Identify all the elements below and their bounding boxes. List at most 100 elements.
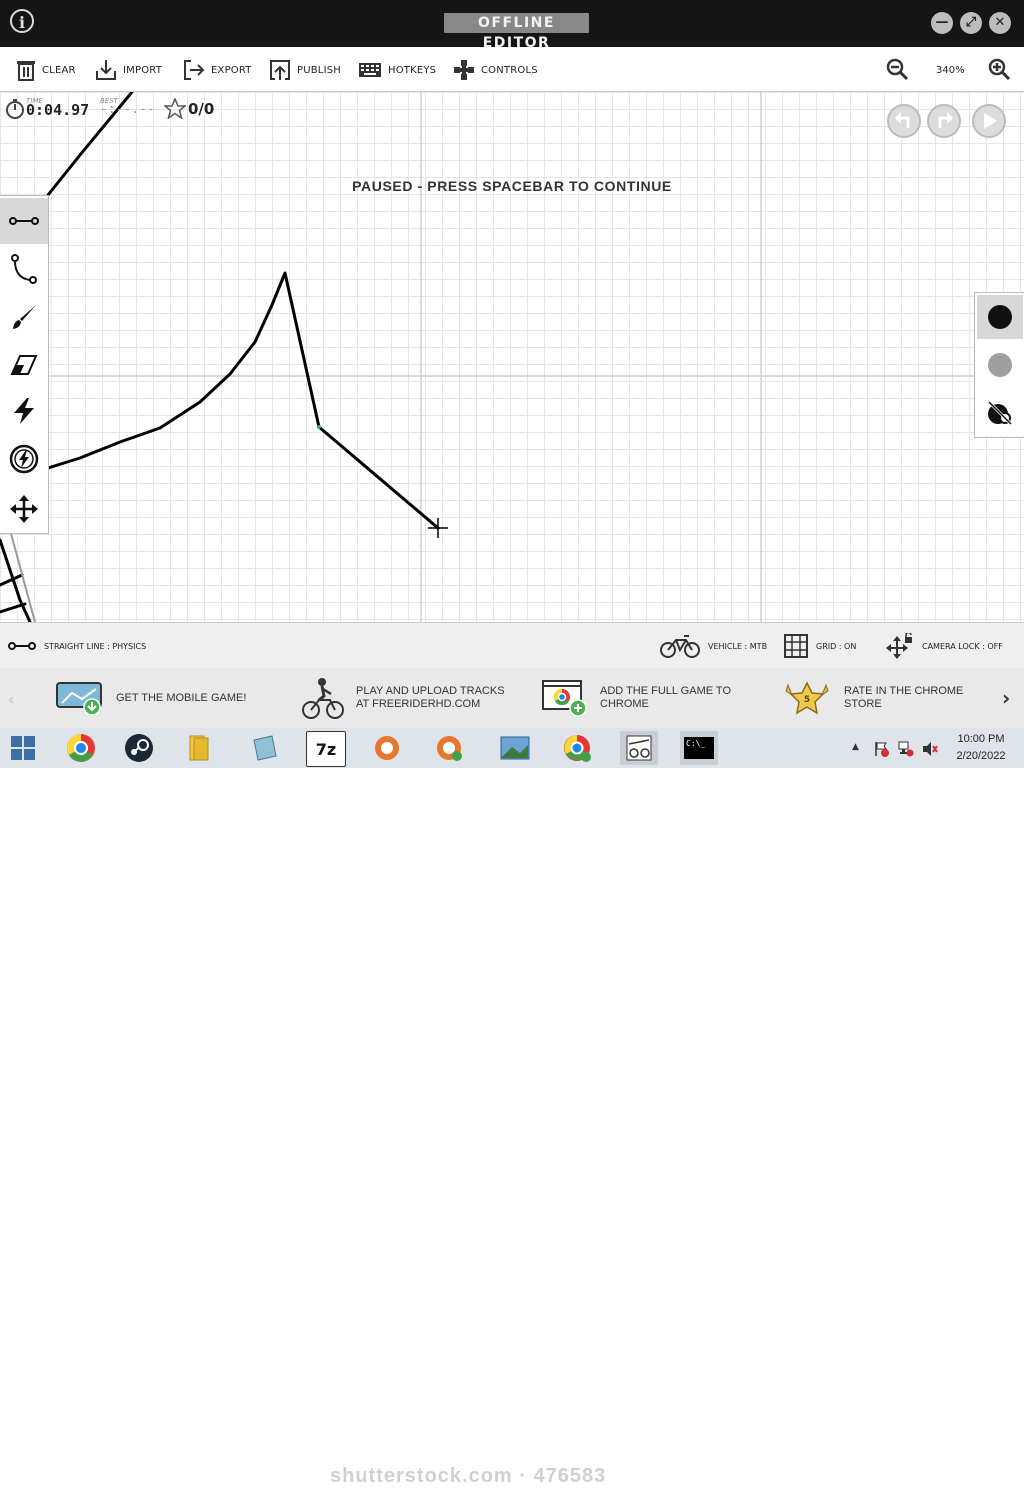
clock-date[interactable]: 2/20/2022 bbox=[948, 750, 1014, 762]
straight-line-tool[interactable] bbox=[0, 198, 48, 244]
publish-label: PUBLISH bbox=[297, 64, 341, 76]
physics-line-swatch[interactable] bbox=[977, 295, 1023, 339]
publish-button[interactable]: PUBLISH bbox=[269, 59, 341, 81]
eraser-icon bbox=[10, 355, 38, 375]
taskbar-free-rider-editor[interactable] bbox=[620, 731, 658, 765]
grid-icon bbox=[784, 634, 808, 658]
vehicle-label: VEHICLE : MTB bbox=[708, 641, 768, 651]
move-icon bbox=[10, 495, 38, 523]
rating-badge-number: 5 bbox=[804, 695, 810, 705]
straight-line-icon bbox=[9, 217, 39, 225]
promo-rate-store[interactable]: 5 RATE IN THE CHROME STORE bbox=[782, 668, 963, 728]
promo-add-chrome[interactable]: ADD THE FULL GAME TO CHROME bbox=[542, 668, 731, 728]
camera-lock-label: CAMERA LOCK : OFF bbox=[922, 641, 1003, 651]
taskbar-chrome[interactable] bbox=[62, 731, 100, 765]
camera-lock-toggle[interactable]: CAMERA LOCK : OFF bbox=[886, 623, 1003, 669]
promo-prev-icon[interactable]: ‹ bbox=[8, 690, 15, 709]
network-icon[interactable] bbox=[898, 741, 914, 757]
taskbar-app-orange-1[interactable] bbox=[368, 731, 406, 765]
straight-line-icon bbox=[8, 642, 36, 650]
keyboard-icon bbox=[359, 63, 381, 77]
steam-icon bbox=[125, 734, 153, 762]
brush-icon bbox=[13, 305, 36, 329]
close-button[interactable]: ✕ bbox=[989, 12, 1011, 34]
bike-rider-icon bbox=[302, 678, 344, 719]
app-orange-icon bbox=[375, 736, 399, 760]
camera-lock-icon bbox=[886, 633, 912, 659]
taskbar-7zip[interactable]: 7z bbox=[306, 731, 346, 767]
publish-icon bbox=[270, 60, 290, 80]
promo-add-chrome-text: ADD THE FULL GAME TO CHROME bbox=[600, 685, 732, 710]
zoom-in-icon[interactable] bbox=[988, 58, 1010, 80]
redo-button[interactable] bbox=[927, 104, 961, 138]
taskbar-file-explorer[interactable] bbox=[180, 731, 218, 765]
import-label: IMPORT bbox=[123, 64, 163, 76]
promo-upload-tracks-text: PLAY AND UPLOAD TRACKS AT FREERIDERHD.COM bbox=[356, 685, 505, 710]
network-flag-icon[interactable] bbox=[874, 741, 890, 757]
title-bar: i OFFLINE EDITOR — ⤢ ✕ bbox=[0, 0, 1024, 51]
rating-badge-icon: 5 bbox=[785, 681, 829, 715]
clock-time[interactable]: 10:00 PM bbox=[948, 733, 1014, 745]
export-icon bbox=[184, 60, 205, 80]
free-rider-icon bbox=[626, 735, 652, 761]
taskbar-notes-app[interactable] bbox=[246, 731, 284, 765]
undo-button[interactable] bbox=[887, 104, 921, 138]
volume-muted-icon[interactable] bbox=[922, 741, 938, 757]
promo-bar: ‹ GET THE MOBILE GAME! PLAY AND UPLOAD T… bbox=[0, 668, 1024, 728]
best-value: -:--.-- bbox=[100, 102, 155, 117]
undo-icon bbox=[895, 112, 910, 128]
track-lines bbox=[0, 92, 440, 622]
windows-taskbar: 7z C:\_ shutterstock.com · 476583 ▲ bbox=[0, 728, 1024, 1487]
hotkeys-button[interactable]: HOTKEYS bbox=[358, 59, 436, 81]
controls-label: CONTROLS bbox=[481, 64, 538, 76]
zoom-level: 340% bbox=[936, 65, 965, 76]
promo-mobile-game-text: GET THE MOBILE GAME! bbox=[116, 691, 247, 704]
scenery-line-swatch[interactable] bbox=[977, 343, 1023, 387]
brush-tool[interactable] bbox=[0, 294, 48, 340]
vehicle-toggle[interactable]: VEHICLE : MTB bbox=[660, 623, 767, 669]
star-count: 0/0 bbox=[188, 100, 215, 118]
export-button[interactable]: EXPORT bbox=[183, 59, 252, 81]
chrome-profile-icon bbox=[564, 735, 591, 762]
tray-expand-icon[interactable]: ▲ bbox=[852, 742, 859, 752]
current-tool-label: STRAIGHT LINE : PHYSICS bbox=[44, 641, 147, 651]
boost-tool[interactable] bbox=[0, 436, 48, 482]
move-tool[interactable] bbox=[0, 486, 48, 532]
import-button[interactable]: IMPORT bbox=[95, 59, 162, 81]
toggle-scenery-icon[interactable] bbox=[977, 391, 1023, 435]
eraser-tool[interactable] bbox=[0, 342, 48, 388]
windows-logo-icon bbox=[11, 736, 35, 760]
taskbar-photos[interactable] bbox=[496, 731, 534, 765]
info-icon[interactable]: i bbox=[10, 9, 34, 33]
app-orange-green-icon bbox=[437, 736, 462, 761]
powerup-tool[interactable] bbox=[0, 388, 48, 434]
chrome-icon bbox=[67, 734, 95, 762]
boost-icon bbox=[9, 444, 39, 474]
timer-icon bbox=[6, 99, 24, 119]
promo-upload-tracks[interactable]: PLAY AND UPLOAD TRACKS AT FREERIDERHD.COM bbox=[302, 668, 505, 728]
terminal-icon: C:\_ bbox=[684, 737, 714, 759]
play-button[interactable] bbox=[972, 104, 1006, 138]
export-label: EXPORT bbox=[211, 64, 252, 76]
start-button[interactable] bbox=[4, 731, 42, 765]
taskbar-chrome-profile[interactable] bbox=[558, 731, 596, 765]
maximize-button[interactable]: ⤢ bbox=[960, 12, 982, 34]
controls-button[interactable]: CONTROLS bbox=[453, 59, 538, 81]
taskbar-steam[interactable] bbox=[120, 731, 158, 765]
taskbar-app-orange-2[interactable] bbox=[430, 731, 468, 765]
grid-toggle[interactable]: GRID : ON bbox=[784, 623, 856, 669]
minimize-button[interactable]: — bbox=[931, 12, 953, 34]
zoom-out-icon[interactable] bbox=[886, 58, 908, 80]
promo-next-icon[interactable]: › bbox=[1002, 686, 1010, 710]
tool-panel bbox=[0, 195, 49, 534]
clear-button[interactable]: CLEAR bbox=[16, 59, 76, 81]
promo-mobile-game[interactable]: GET THE MOBILE GAME! bbox=[56, 668, 246, 728]
curve-tool[interactable] bbox=[0, 246, 48, 292]
current-tool-status: STRAIGHT LINE : PHYSICS bbox=[8, 623, 146, 669]
folder-icon bbox=[189, 735, 209, 761]
app-title: OFFLINE EDITOR bbox=[444, 13, 589, 51]
track-canvas[interactable] bbox=[0, 92, 1024, 622]
paused-message: PAUSED - PRESS SPACEBAR TO CONTINUE bbox=[352, 178, 672, 194]
promo-rate-store-text: RATE IN THE CHROME STORE bbox=[844, 685, 964, 710]
taskbar-terminal[interactable]: C:\_ bbox=[680, 731, 718, 765]
